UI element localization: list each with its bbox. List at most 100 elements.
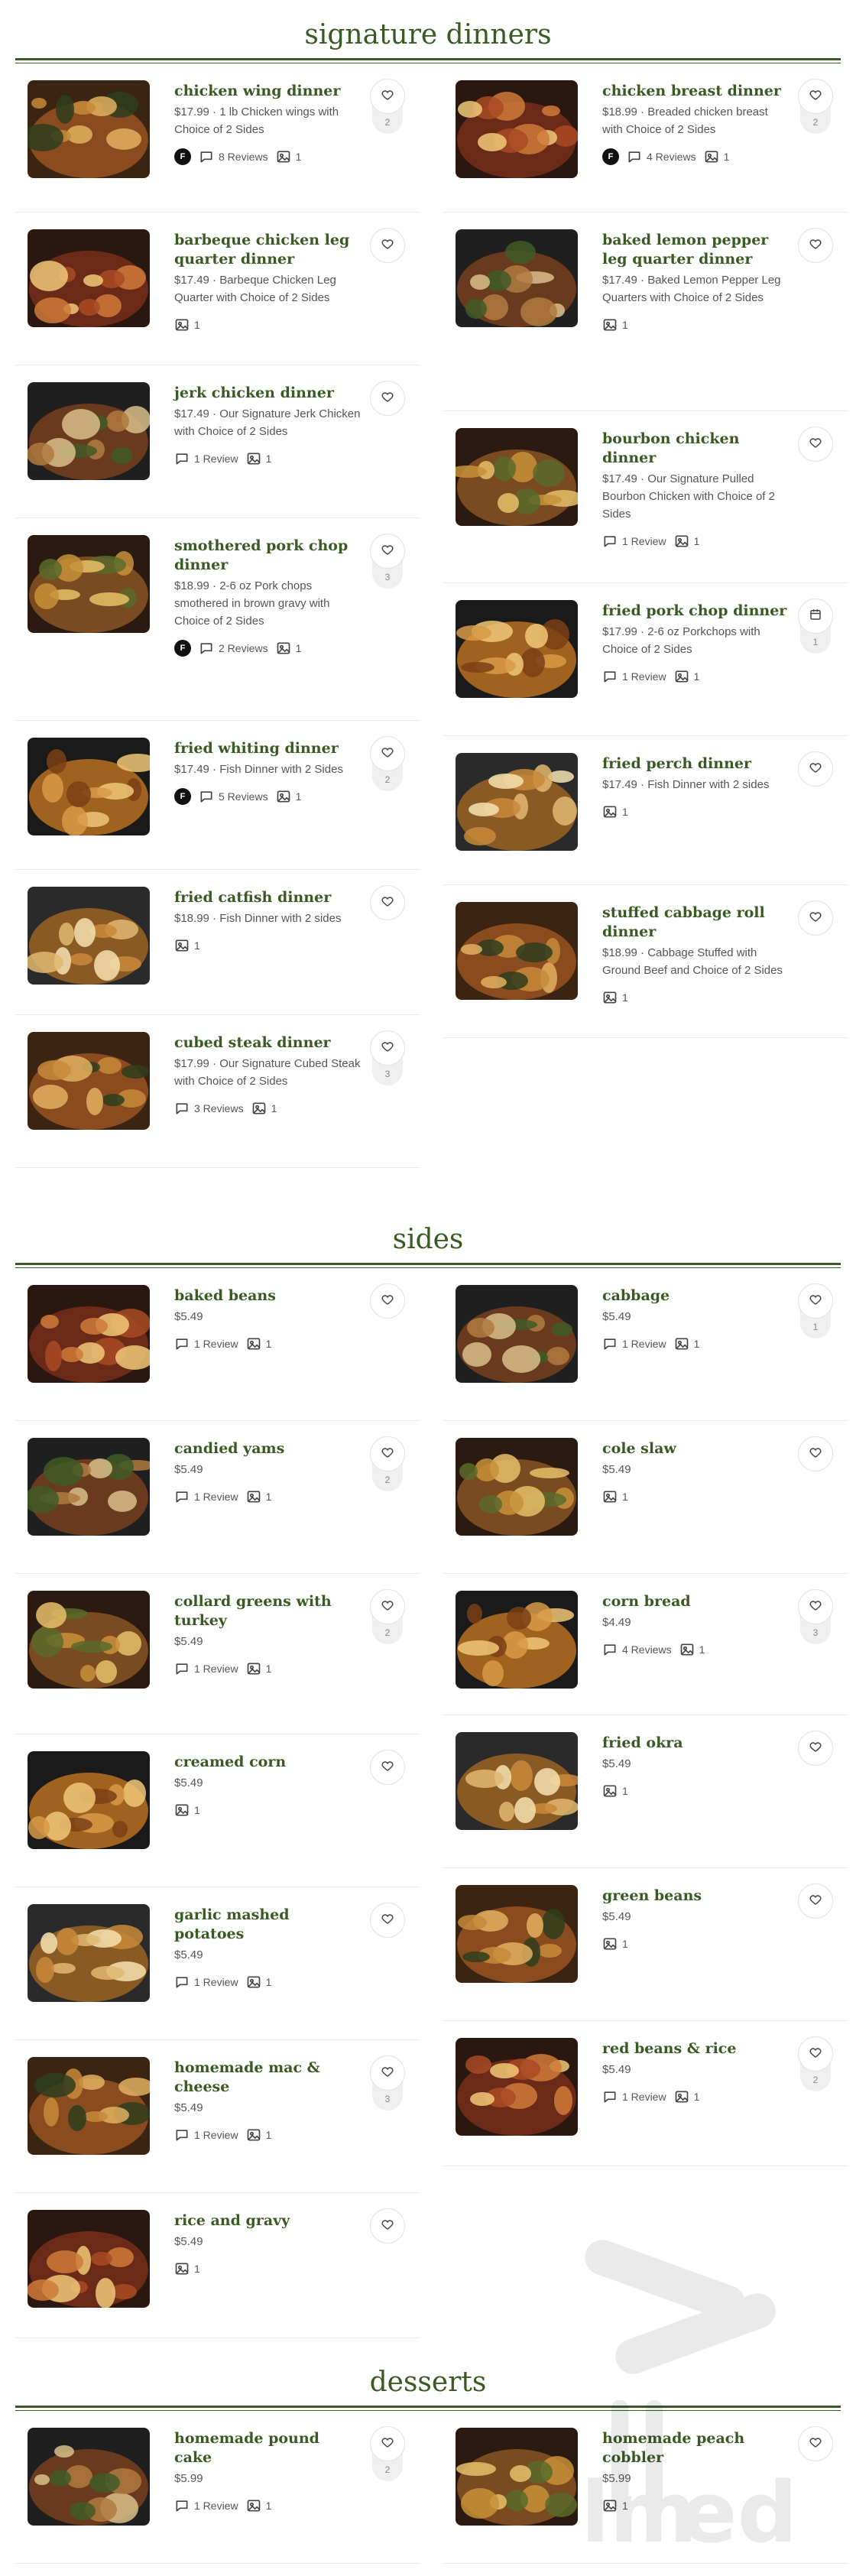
photos-link[interactable]: 1 <box>602 1936 628 1951</box>
photos-link[interactable]: 1 <box>674 534 699 549</box>
favorite-button[interactable] <box>370 1750 405 1785</box>
photos-link[interactable]: 1 <box>674 1336 699 1351</box>
reviews-link[interactable]: 4 Reviews <box>627 149 696 164</box>
menu-item-photo[interactable] <box>456 1438 578 1536</box>
menu-item-photo[interactable] <box>28 80 150 178</box>
menu-item-name[interactable]: bourbon chicken dinner <box>602 430 790 468</box>
photos-link[interactable]: 1 <box>246 451 271 466</box>
menu-item-name[interactable]: baked lemon pepper leg quarter dinner <box>602 231 790 269</box>
menu-item-photo[interactable] <box>456 753 578 851</box>
menu-item-card[interactable]: red beans & rice $5.49 1 Review 1 2 <box>443 2021 848 2166</box>
favorite-button[interactable] <box>798 79 833 114</box>
menu-item-card[interactable]: fried okra $5.49 1 <box>443 1715 848 1868</box>
menu-item-name[interactable]: baked beans <box>174 1286 362 1306</box>
menu-item-photo[interactable] <box>456 229 578 327</box>
menu-item-name[interactable]: chicken wing dinner <box>174 82 362 101</box>
menu-item-name[interactable]: candied yams <box>174 1439 362 1458</box>
favorite-button[interactable] <box>798 427 833 462</box>
favorite-button[interactable] <box>370 1903 405 1938</box>
favorite-button[interactable] <box>798 2426 833 2461</box>
menu-item-name[interactable]: rice and gravy <box>174 2211 362 2230</box>
photos-link[interactable]: 1 <box>246 1661 271 1676</box>
menu-item-photo[interactable] <box>28 1438 150 1536</box>
menu-item-photo[interactable] <box>456 1285 578 1383</box>
menu-item-photo[interactable] <box>456 1591 578 1689</box>
menu-item-name[interactable]: fried pork chop dinner <box>602 602 790 621</box>
favorite-button[interactable] <box>370 2426 405 2461</box>
photos-link[interactable]: 1 <box>174 1802 200 1818</box>
reviews-link[interactable]: 1 Review <box>174 1974 238 1990</box>
menu-item-card[interactable]: jerk chicken dinner $17.49 · Our Signatur… <box>15 365 420 518</box>
menu-item-name[interactable]: fried catfish dinner <box>174 888 362 907</box>
menu-item-photo[interactable] <box>28 1591 150 1689</box>
reviews-link[interactable]: 5 Reviews <box>199 789 268 804</box>
reviewer-avatar-badge[interactable]: F <box>174 788 191 805</box>
menu-item-photo[interactable] <box>456 80 578 178</box>
menu-item-photo[interactable] <box>28 1032 150 1130</box>
favorite-button[interactable] <box>370 381 405 416</box>
photos-link[interactable]: 1 <box>251 1101 277 1116</box>
favorite-button[interactable] <box>370 79 405 114</box>
menu-item-card[interactable]: homemade mac & cheese $5.49 1 Review 1 3 <box>15 2040 420 2193</box>
menu-item-card[interactable]: chicken breast dinner $18.99 · Breaded ch… <box>443 63 848 213</box>
reviews-link[interactable]: 3 Reviews <box>174 1101 244 1116</box>
favorite-button[interactable] <box>798 228 833 263</box>
photos-link[interactable]: 1 <box>276 149 301 164</box>
menu-item-photo[interactable] <box>28 1751 150 1849</box>
reviews-link[interactable]: 1 Review <box>602 1336 666 1351</box>
favorite-button[interactable] <box>798 1436 833 1471</box>
menu-item-name[interactable]: cole slaw <box>602 1439 790 1458</box>
menu-item-photo[interactable] <box>456 1885 578 1983</box>
favorite-button[interactable] <box>798 900 833 936</box>
menu-item-name[interactable]: cubed steak dinner <box>174 1033 362 1053</box>
reviews-link[interactable]: 1 Review <box>174 1661 238 1676</box>
menu-item-photo[interactable] <box>28 738 150 835</box>
favorite-button[interactable] <box>798 1883 833 1919</box>
reviews-link[interactable]: 1 Review <box>174 451 238 466</box>
favorite-button[interactable] <box>798 1283 833 1319</box>
favorite-button[interactable] <box>370 736 405 771</box>
photos-link[interactable]: 1 <box>602 1783 628 1799</box>
menu-item-photo[interactable] <box>28 2210 150 2308</box>
reviews-link[interactable]: 1 Review <box>602 534 666 549</box>
menu-item-name[interactable]: garlic mashed potatoes <box>174 1906 362 1944</box>
menu-item-photo[interactable] <box>28 887 150 985</box>
favorite-button[interactable] <box>370 1283 405 1319</box>
photos-link[interactable]: 1 <box>674 669 699 684</box>
menu-item-name[interactable]: fried okra <box>602 1734 790 1753</box>
menu-item-name[interactable]: fried whiting dinner <box>174 739 362 758</box>
menu-item-card[interactable]: stuffed cabbage roll dinner $18.99 · Cabb… <box>443 885 848 1038</box>
menu-item-photo[interactable] <box>28 1285 150 1383</box>
photos-link[interactable]: 1 <box>704 149 729 164</box>
menu-item-name[interactable]: homemade mac & cheese <box>174 2059 362 2097</box>
menu-item-photo[interactable] <box>456 1732 578 1830</box>
favorite-button[interactable] <box>370 2208 405 2243</box>
favorite-button[interactable] <box>798 1731 833 1766</box>
menu-item-name[interactable]: corn bread <box>602 1592 790 1611</box>
menu-item-photo[interactable] <box>28 229 150 327</box>
menu-item-card[interactable]: baked lemon pepper leg quarter dinner $17… <box>443 213 848 411</box>
favorite-button[interactable] <box>370 1589 405 1624</box>
photos-link[interactable]: 1 <box>602 317 628 333</box>
menu-item-card[interactable]: garlic mashed potatoes $5.49 1 Review 1 <box>15 1887 420 2040</box>
photos-link[interactable]: 1 <box>602 804 628 819</box>
reviewer-avatar-badge[interactable]: F <box>602 148 619 165</box>
menu-item-name[interactable]: collard greens with turkey <box>174 1592 362 1630</box>
photos-link[interactable]: 1 <box>246 1974 271 1990</box>
photos-link[interactable]: 1 <box>246 2127 271 2143</box>
reviewer-avatar-badge[interactable]: F <box>174 640 191 657</box>
menu-item-photo[interactable] <box>28 2057 150 2155</box>
reviews-link[interactable]: 1 Review <box>174 2127 238 2143</box>
menu-item-card[interactable]: rice and gravy $5.49 1 <box>15 2193 420 2338</box>
menu-item-photo[interactable] <box>28 535 150 633</box>
menu-item-name[interactable]: fried perch dinner <box>602 754 790 774</box>
menu-item-photo[interactable] <box>456 600 578 698</box>
menu-item-name[interactable]: jerk chicken dinner <box>174 384 362 403</box>
menu-item-card[interactable]: chicken wing dinner $17.99 · 1 lb Chicken… <box>15 63 420 213</box>
reviews-link[interactable]: 1 Review <box>174 2498 238 2513</box>
menu-item-name[interactable]: red beans & rice <box>602 2039 790 2059</box>
menu-item-name[interactable]: barbeque chicken leg quarter dinner <box>174 231 362 269</box>
menu-item-card[interactable]: fried pork chop dinner $17.99 · 2-6 oz Po… <box>443 583 848 736</box>
menu-item-name[interactable]: chicken breast dinner <box>602 82 790 101</box>
photos-link[interactable]: 1 <box>276 641 301 656</box>
